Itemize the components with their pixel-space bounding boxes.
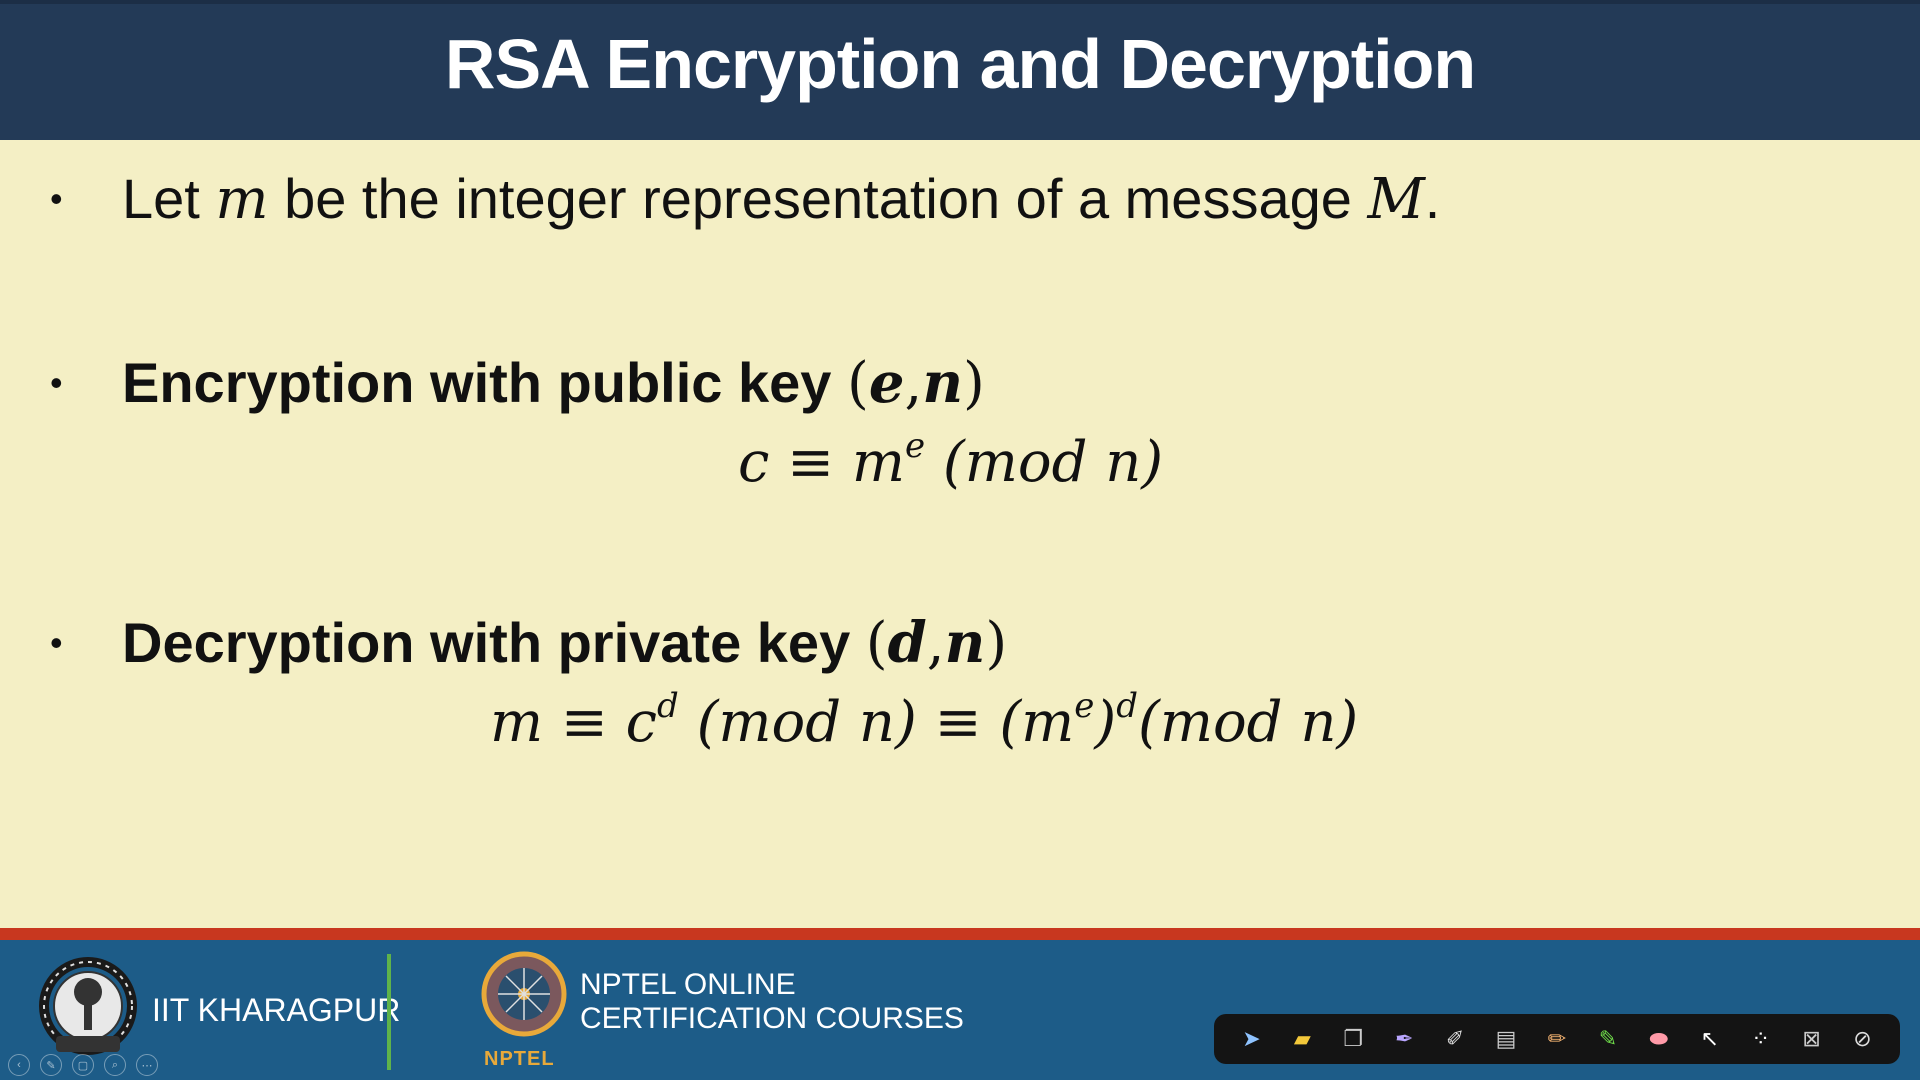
bullet-marker: • — [50, 178, 63, 219]
formula-exponent: d — [1116, 686, 1139, 726]
formula-part: c ≡ m — [738, 430, 905, 495]
pen-icon[interactable]: ✎ — [40, 1054, 62, 1076]
slide-content: • Let m be the integer representation of… — [0, 140, 1920, 1019]
decryption-formula: m ≡ cd (mod n) ≡ (me)d(mod n) — [490, 686, 1358, 755]
formula-part: (mod n) — [925, 430, 1164, 495]
math-var-e: e — [868, 350, 905, 416]
nptel-title-line2: CERTIFICATION COURSES — [580, 1002, 964, 1035]
formula-exponent: d — [657, 686, 679, 726]
comma: , — [904, 351, 923, 416]
stop-icon[interactable]: ⊘ — [1848, 1024, 1878, 1054]
nptel-wordmark: NPTEL — [484, 1048, 555, 1070]
pointer-icon[interactable]: ↖ — [1695, 1024, 1725, 1054]
slide-title-bar: RSA Encryption and Decryption — [0, 0, 1920, 140]
footer-accent-strip — [0, 928, 1920, 940]
pages-icon[interactable]: ❐ — [1338, 1024, 1368, 1054]
math-var-d: d — [887, 610, 927, 676]
formula-part: (mod n) — [1138, 690, 1359, 755]
footer-divider — [387, 954, 391, 1070]
math-var-m: m — [215, 167, 269, 232]
bullet-text: Decryption with private key — [122, 611, 866, 674]
math-var-n: n — [944, 610, 986, 676]
marker-icon[interactable]: ✎ — [1593, 1024, 1623, 1054]
bullet-text: Encryption with public key — [122, 351, 847, 414]
laser-icon[interactable]: ⁘ — [1746, 1024, 1776, 1054]
footer-banner: IIT KHARAGPUR ‹ ✎ ▢ ⌕ ⋯ NPTEL NPTEL ONLI… — [0, 928, 1920, 1080]
paren-open: ( — [847, 351, 869, 416]
eraser-icon[interactable]: ⬬ — [1644, 1024, 1674, 1054]
formula-part: (mod n) ≡ (m — [678, 690, 1075, 755]
bullet-encryption: Encryption with public key (e,n) — [122, 350, 985, 416]
slide-title: RSA Encryption and Decryption — [444, 25, 1476, 103]
bullet-text: Let — [122, 167, 216, 230]
bullet-decryption: Decryption with private key (d,n) — [122, 610, 1007, 676]
math-var-n: n — [922, 350, 964, 416]
paren-close: ) — [985, 611, 1008, 676]
slide-mini-controls[interactable]: ‹ ✎ ▢ ⌕ ⋯ — [8, 1054, 158, 1076]
iit-kharagpur-logo-icon — [39, 957, 137, 1055]
pen-icon[interactable]: ✒ — [1389, 1024, 1419, 1054]
bullet-text: . — [1424, 167, 1441, 230]
zoom-icon[interactable]: ⌕ — [104, 1054, 126, 1076]
formula-exponent: e — [905, 426, 926, 466]
institute-name: IIT KHARAGPUR — [152, 992, 401, 1028]
comma: , — [926, 611, 945, 676]
folder-icon[interactable]: ▰ — [1287, 1024, 1317, 1054]
more-icon[interactable]: ⋯ — [136, 1054, 158, 1076]
previous-icon[interactable]: ‹ — [8, 1054, 30, 1076]
bullet-marker: • — [50, 362, 63, 403]
formula-part: ) — [1094, 690, 1117, 755]
bullet-message-definition: Let m be the integer representation of a… — [122, 166, 1440, 232]
nptel-title-line1: NPTEL ONLINE — [580, 968, 796, 1001]
pencil-icon[interactable]: ✏ — [1542, 1024, 1572, 1054]
highlighter-icon[interactable]: ✐ — [1440, 1024, 1470, 1054]
clear-icon[interactable]: ⊠ — [1797, 1024, 1827, 1054]
math-var-M: M — [1367, 167, 1425, 232]
slides-icon[interactable]: ▢ — [72, 1054, 94, 1076]
paren-close: ) — [963, 351, 985, 416]
screen-icon[interactable]: ▤ — [1491, 1024, 1521, 1054]
nptel-logo-icon — [481, 951, 567, 1037]
encryption-formula: c ≡ me (mod n) — [738, 426, 1163, 495]
bullet-marker: • — [50, 622, 63, 663]
arrow-icon[interactable]: ➤ — [1236, 1024, 1266, 1054]
paren-open: ( — [865, 611, 888, 676]
bullet-text: be the integer representation of a messa… — [268, 167, 1368, 230]
formula-part: m ≡ c — [490, 690, 657, 755]
annotation-toolbar: ➤ ▰ ❐ ✒ ✐ ▤ ✏ ✎ ⬬ ↖ ⁘ ⊠ ⊘ — [1214, 1014, 1900, 1064]
formula-exponent: e — [1074, 686, 1095, 726]
